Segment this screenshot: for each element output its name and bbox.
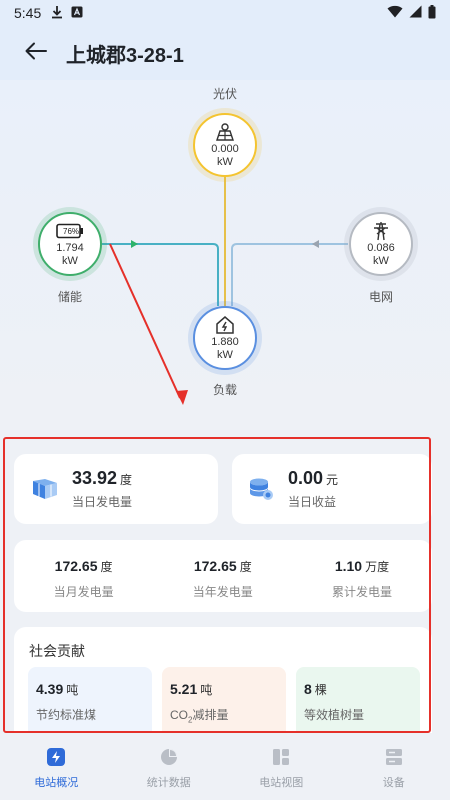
status-time: 5:45 [14,5,42,21]
grid-flow-line [231,243,348,306]
pie-chart-icon [159,746,179,768]
battery-soc-icon: 76% [56,221,84,241]
battery-soc: 76% [63,226,80,236]
grid-flow-arrow [312,240,319,248]
load-value: 1.880 [211,335,239,348]
grid-label: 电网 [368,290,393,304]
tab-station-overview-label: 电站概况 [34,777,79,789]
wifi-icon [387,5,403,21]
app-notification-icon [71,5,83,21]
pv-value: 0.000 [211,142,239,155]
battery-flow-arrow [131,240,138,248]
grid-view-icon [271,746,291,768]
battery-value: 1.794 [56,241,84,254]
tab-station-view[interactable]: 电站视图 [225,738,338,800]
tab-devices-label: 设备 [382,777,405,789]
lightning-icon [46,746,66,768]
load-label: 负载 [212,383,237,397]
energy-flow-diagram: 光伏 0.000 kW 76% 1.794 kW 储能 0.086 kW 电网 … [0,80,450,420]
annotation-arrow-line [109,243,181,399]
pv-label: 光伏 [212,87,237,101]
tab-statistics-label: 统计数据 [146,777,191,789]
signal-icon [409,5,422,21]
grid-value: 0.086 [367,241,395,254]
app-bar: 上城郡3-28-1 [0,26,450,80]
home-power-icon [215,315,235,335]
arrow-left-icon [25,42,47,65]
battery-flow-line [102,243,219,306]
tab-station-view-label: 电站视图 [259,777,304,789]
pv-unit: kW [217,155,233,168]
tab-devices[interactable]: 设备 [338,738,450,800]
load-unit: kW [217,348,233,361]
status-bar: 5:45 [0,0,450,26]
page-title: 上城郡3-28-1 [66,44,184,67]
annotation-highlight-box [3,437,431,733]
annotation-arrow-head [176,390,188,405]
battery-node[interactable]: 76% 1.794 kW [38,212,102,276]
bottom-navigation: 电站概况 统计数据 电站视图 设备 [0,738,450,800]
back-button[interactable] [22,39,50,67]
battery-status-icon [428,4,436,22]
download-icon [51,5,63,22]
grid-unit: kW [373,254,389,267]
solar-panel-icon [214,122,236,142]
pv-node[interactable]: 0.000 kW [193,113,257,177]
battery-label: 储能 [57,290,82,304]
grid-node[interactable]: 0.086 kW [349,212,413,276]
tab-statistics[interactable]: 统计数据 [113,738,226,800]
load-node[interactable]: 1.880 kW [193,306,257,370]
device-icon [384,746,404,768]
tab-station-overview[interactable]: 电站概况 [0,738,113,800]
power-tower-icon [372,221,390,241]
battery-unit: kW [62,254,78,267]
